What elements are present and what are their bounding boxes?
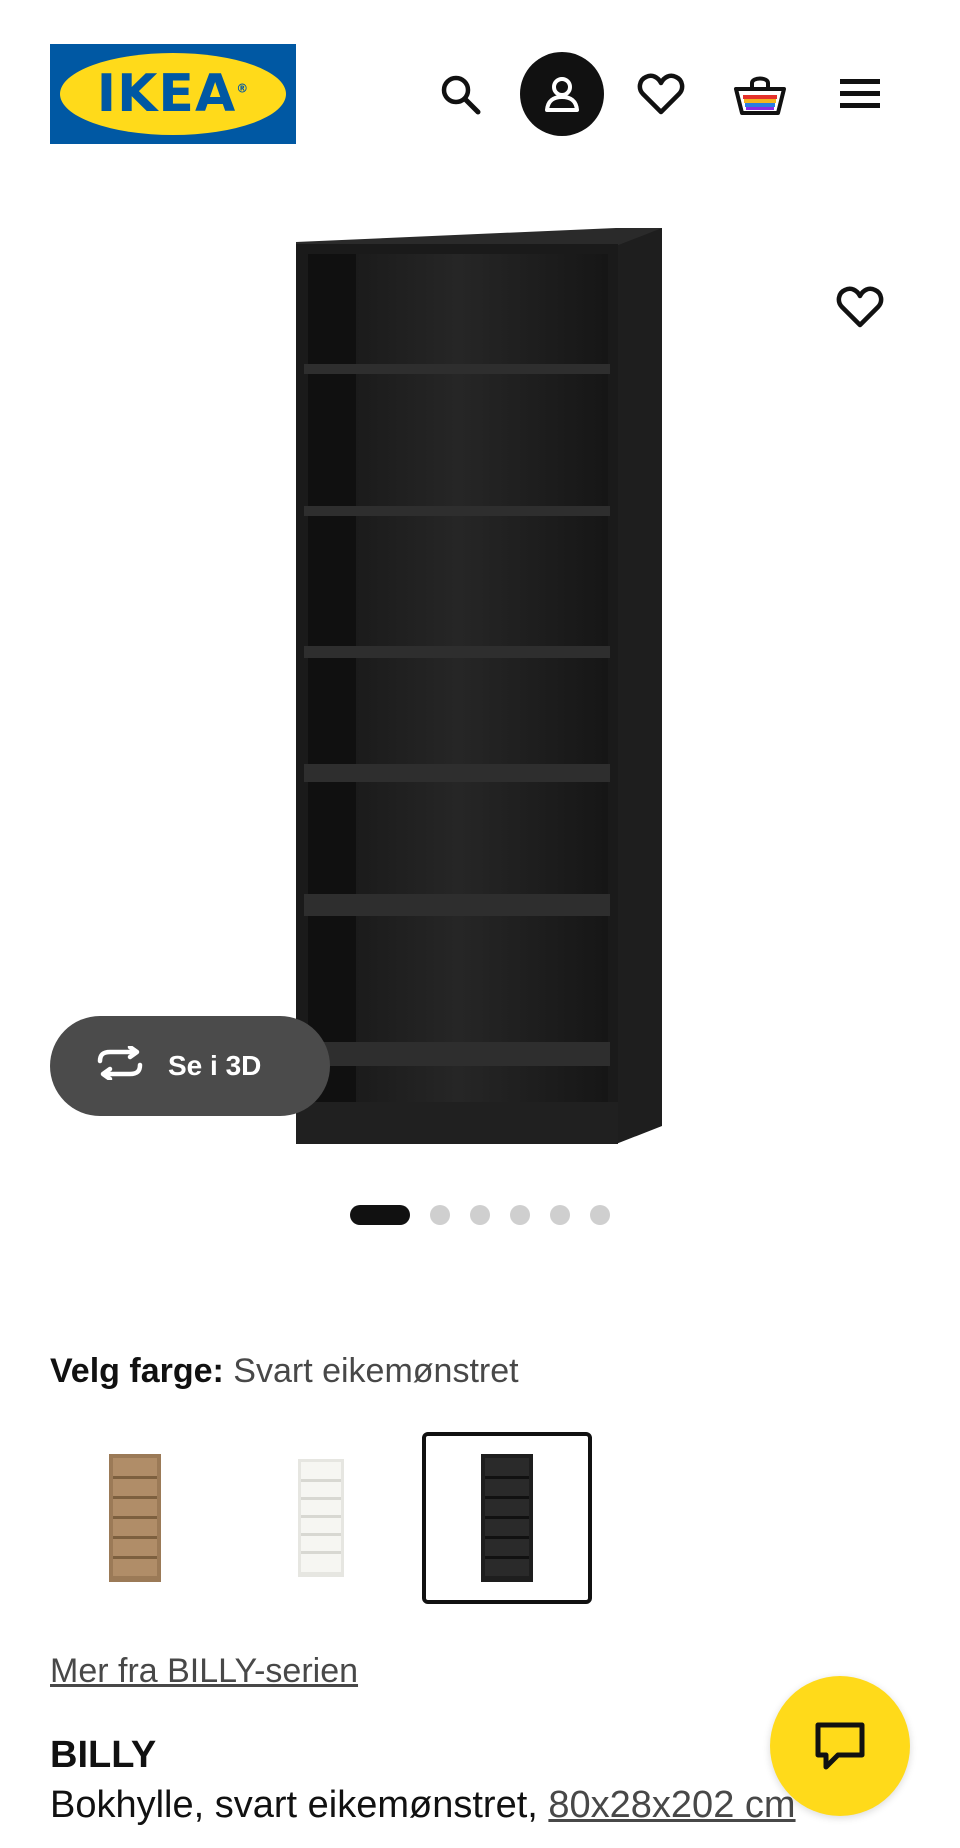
product-type-color: Bokhylle, svart eikemønstret,: [50, 1784, 549, 1826]
heart-icon[interactable]: [619, 52, 703, 136]
selected-color-value: Svart eikemønstret: [233, 1352, 519, 1390]
carousel-dot-3[interactable]: [470, 1205, 490, 1225]
carousel-dot-1[interactable]: [350, 1205, 410, 1225]
basket-icon[interactable]: [718, 52, 802, 136]
product-description: Bokhylle, svart eikemønstret, 80x28x202 …: [50, 1784, 796, 1827]
ikea-logo[interactable]: IKEA®: [50, 44, 296, 144]
user-icon[interactable]: [520, 52, 604, 136]
product-name: BILLY: [50, 1734, 157, 1776]
carousel-dot-2[interactable]: [430, 1205, 450, 1225]
color-option-black-selected[interactable]: [422, 1432, 592, 1604]
hamburger-menu-icon[interactable]: [818, 52, 902, 136]
view-in-3d-button[interactable]: Se i 3D: [50, 1016, 330, 1116]
color-picker-label: Velg farge: Svart eikemønstret: [50, 1352, 519, 1390]
product-dimensions-link[interactable]: 80x28x202 cm: [548, 1784, 795, 1826]
view-in-3d-label: Se i 3D: [168, 1050, 262, 1081]
carousel-dot-4[interactable]: [510, 1205, 530, 1225]
image-carousel-indicator: [350, 1204, 610, 1226]
chat-support-button[interactable]: [770, 1676, 910, 1816]
product-image-bookcase[interactable]: [296, 224, 666, 1146]
chat-bubble-icon: [815, 1722, 865, 1770]
save-to-favorites-heart-icon[interactable]: [823, 270, 897, 344]
rotate-3d-icon: [94, 1044, 146, 1087]
carousel-dot-5[interactable]: [550, 1205, 570, 1225]
color-option-white[interactable]: [236, 1432, 406, 1604]
logo-text: IKEA®: [96, 64, 250, 124]
series-link[interactable]: Mer fra BILLY-serien: [50, 1652, 358, 1691]
search-icon[interactable]: [418, 52, 502, 136]
carousel-dot-6[interactable]: [590, 1205, 610, 1225]
color-option-brown[interactable]: [50, 1432, 220, 1604]
logo-oval: IKEA®: [60, 53, 286, 135]
